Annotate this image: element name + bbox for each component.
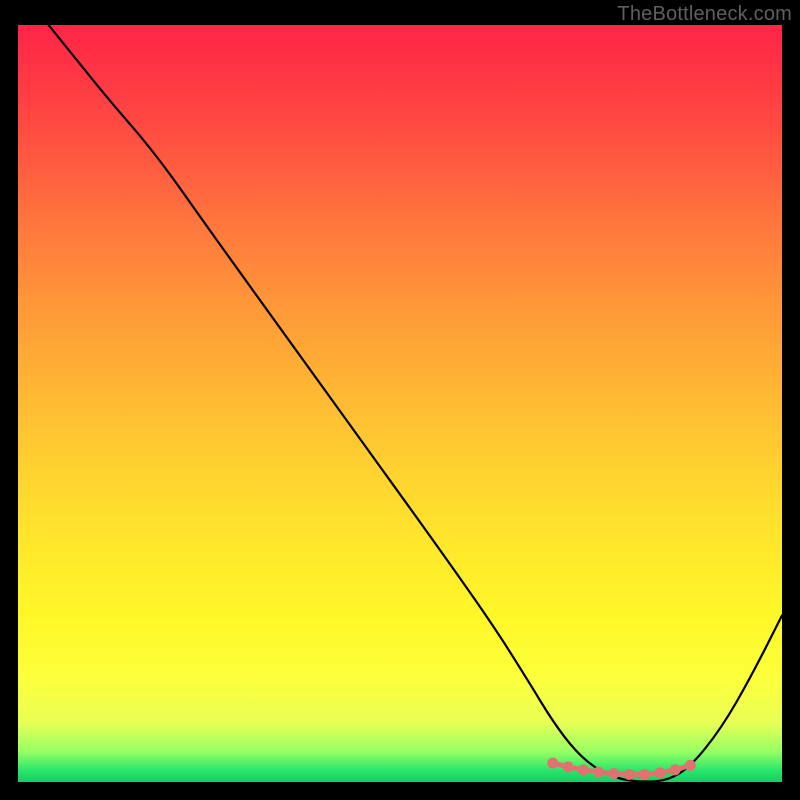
- watermark-text: TheBottleneck.com: [617, 3, 792, 26]
- chart-frame: TheBottleneck.com: [0, 0, 800, 800]
- plot-area: [18, 25, 782, 782]
- marker-dot: [685, 760, 696, 771]
- curve-svg: [18, 25, 782, 782]
- bottleneck-curve-path: [49, 25, 782, 782]
